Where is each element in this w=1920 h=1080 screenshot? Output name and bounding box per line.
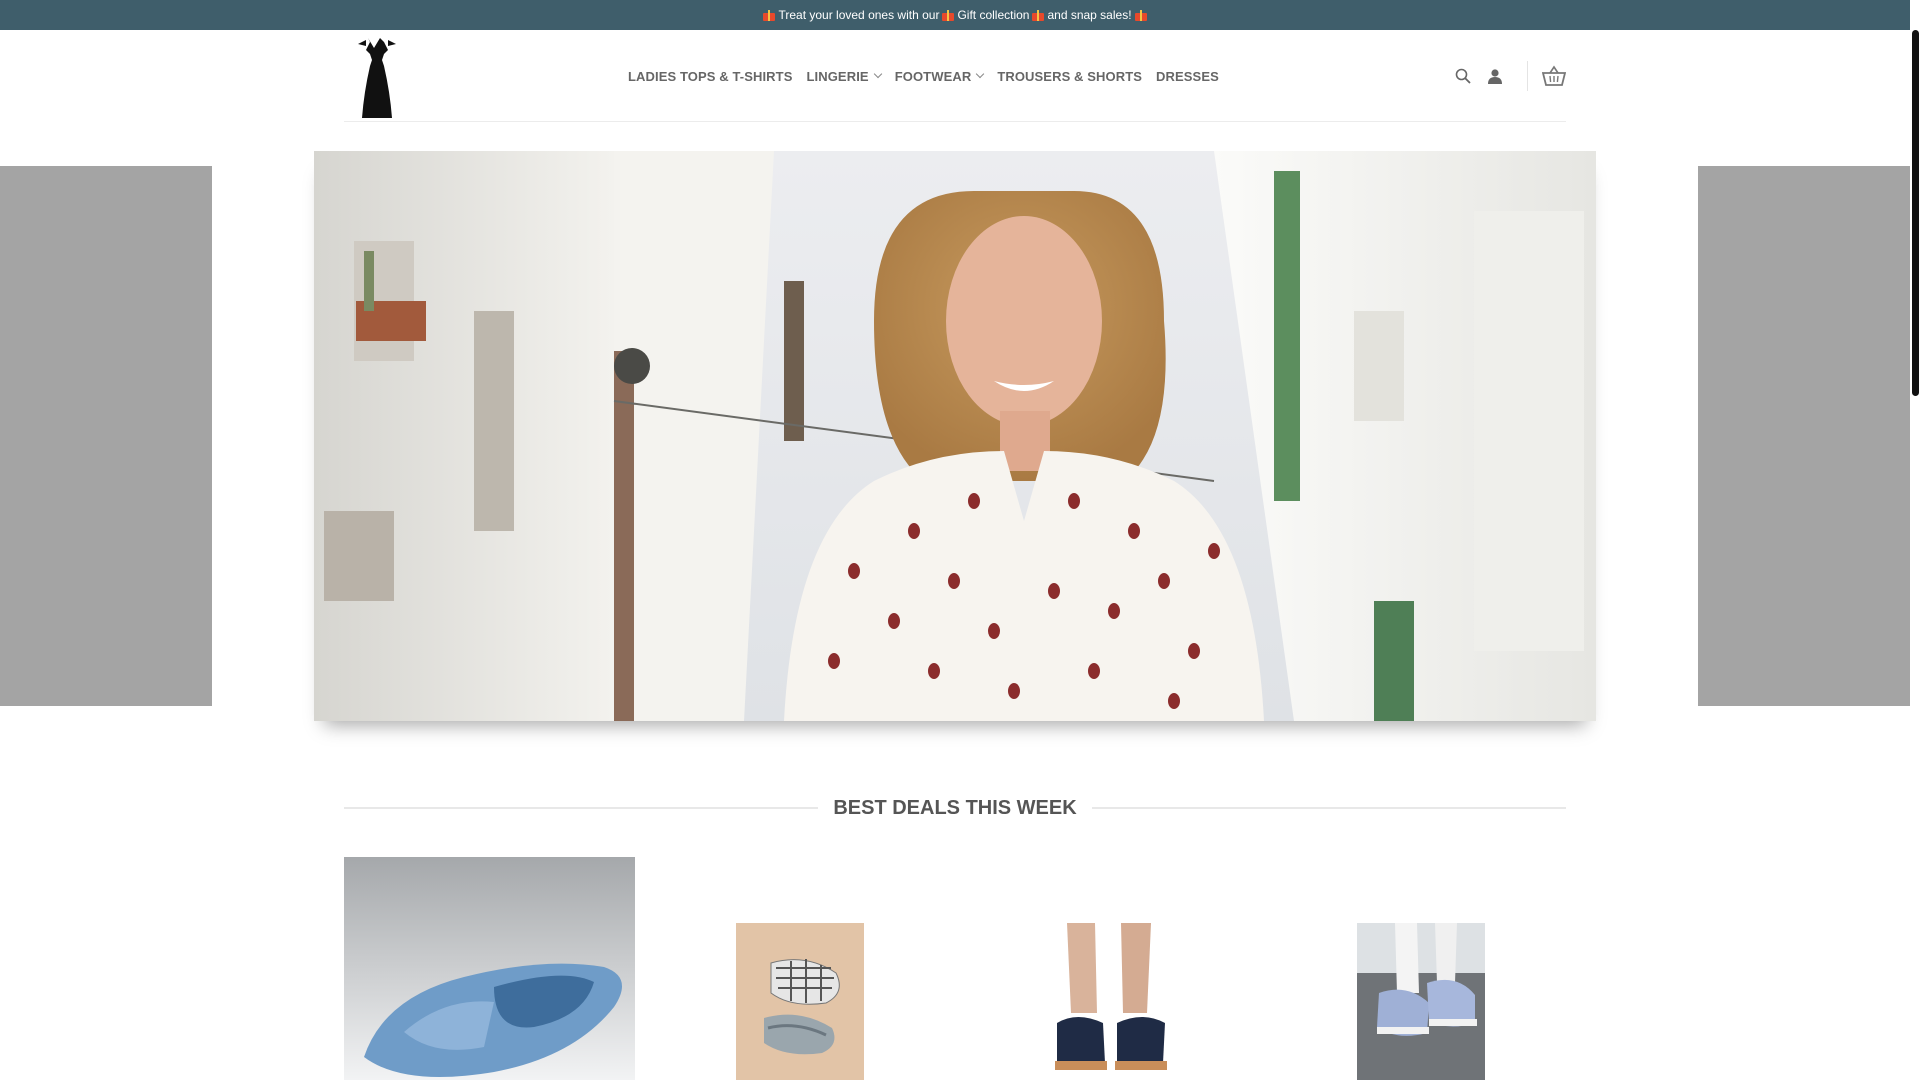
section-title: BEST DEALS THIS WEEK [833,796,1077,819]
product-card-checked-slippers[interactable] [736,923,864,1080]
product-card-blue-slipper[interactable] [344,857,635,1080]
announcement-text-2: and snap sales! [1047,8,1132,22]
heading-rule-left [344,807,819,809]
announcement-link[interactable]: Gift collection [957,8,1029,22]
chevron-down-icon [976,69,985,79]
product-card-blue-trainers[interactable] [1357,923,1485,1080]
announcement-text-1: Treat your loved ones with our [778,8,940,22]
hero-prev-slide[interactable] [0,166,212,706]
header-actions [1455,30,1566,122]
gift-icon [1032,9,1045,21]
gift-icon [763,9,776,21]
dress-silhouette-logo[interactable] [344,32,410,122]
header-divider [1527,61,1528,91]
announcement-bar: Treat your loved ones with our Gift coll… [0,0,1910,30]
nav-lingerie[interactable]: LINGERIE [806,69,882,84]
product-row [344,857,1566,1080]
site-header: LADIES TOPS & T-SHIRTS LINGERIE FOOTWEAR… [344,30,1566,122]
scrollbar-thumb[interactable] [1912,30,1919,396]
gift-icon [1134,9,1147,21]
product-card-navy-sandals[interactable] [1047,923,1175,1080]
hero-next-slide[interactable] [1698,166,1910,706]
hero-banner[interactable] [314,151,1596,721]
basket-icon[interactable] [1542,65,1566,87]
gift-icon [942,9,955,21]
search-icon[interactable] [1455,68,1471,84]
nav-dresses[interactable]: DRESSES [1156,69,1219,84]
main-nav: LADIES TOPS & T-SHIRTS LINGERIE FOOTWEAR… [628,30,1219,122]
heading-rule-right [1091,807,1567,809]
nav-footwear[interactable]: FOOTWEAR [895,69,985,84]
section-heading: BEST DEALS THIS WEEK [344,792,1567,824]
nav-trousers-shorts[interactable]: TROUSERS & SHORTS [997,69,1142,84]
page-scrollbar[interactable] [1910,0,1920,1080]
nav-ladies-tops[interactable]: LADIES TOPS & T-SHIRTS [628,69,792,84]
user-icon[interactable] [1487,68,1503,84]
chevron-down-icon [873,69,882,79]
